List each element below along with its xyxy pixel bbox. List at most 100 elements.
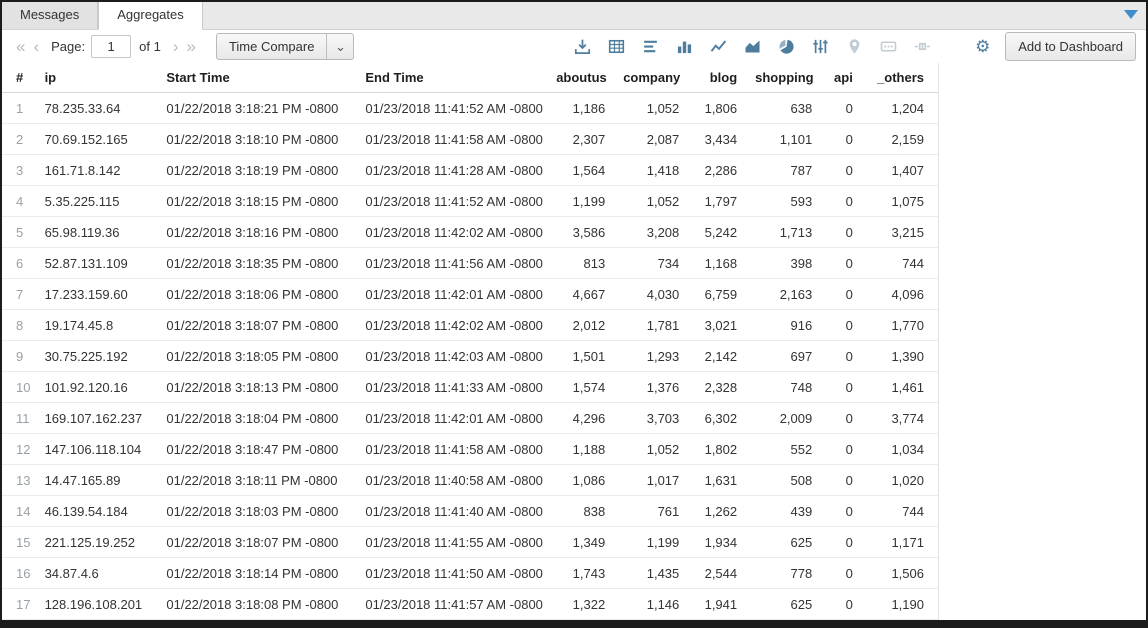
table-cell: 6,759 (693, 279, 751, 310)
table-cell: 01/23/2018 11:40:58 AM -0800 (361, 465, 552, 496)
table-cell: 916 (751, 310, 826, 341)
table-cell: 625 (751, 527, 826, 558)
table-cell: 0 (826, 217, 867, 248)
table-row[interactable]: 15221.125.19.25201/22/2018 3:18:07 PM -0… (2, 527, 938, 558)
bar-chart-icon[interactable] (676, 38, 693, 55)
table-row[interactable]: 17128.196.108.20101/22/2018 3:18:08 PM -… (2, 589, 938, 620)
table-cell: 6 (2, 248, 41, 279)
table-cell: 0 (826, 527, 867, 558)
gear-icon[interactable]: ⚙ (974, 38, 991, 55)
table-row[interactable]: 178.235.33.6401/22/2018 3:18:21 PM -0800… (2, 93, 938, 124)
table-row[interactable]: 11169.107.162.23701/22/2018 3:18:04 PM -… (2, 403, 938, 434)
table-cell: 1,186 (552, 93, 619, 124)
table-row[interactable]: 45.35.225.11501/22/2018 3:18:15 PM -0800… (2, 186, 938, 217)
table-cell: 1,075 (867, 186, 938, 217)
table-row[interactable]: 1314.47.165.8901/22/2018 3:18:11 PM -080… (2, 465, 938, 496)
table-cell: 3 (2, 155, 41, 186)
page-input[interactable] (91, 35, 131, 58)
table-row[interactable]: 1634.87.4.601/22/2018 3:18:14 PM -080001… (2, 558, 938, 589)
add-to-dashboard-button[interactable]: Add to Dashboard (1005, 32, 1136, 61)
table-cell: 2,159 (867, 124, 938, 155)
time-compare-label: Time Compare (217, 39, 326, 54)
column-header-ip[interactable]: ip (41, 63, 163, 93)
table-row[interactable]: 652.87.131.10901/22/2018 3:18:35 PM -080… (2, 248, 938, 279)
pie-chart-icon[interactable] (778, 38, 795, 55)
column-header-start-time[interactable]: Start Time (162, 63, 361, 93)
table-cell: 01/23/2018 11:41:33 AM -0800 (361, 372, 552, 403)
tab-messages[interactable]: Messages (2, 2, 98, 29)
column-header-blog[interactable]: blog (693, 63, 751, 93)
table-cell: 1,020 (867, 465, 938, 496)
table-row[interactable]: 1446.139.54.18401/22/2018 3:18:03 PM -08… (2, 496, 938, 527)
table-cell: 1,168 (693, 248, 751, 279)
column-header-_others[interactable]: _others (867, 63, 938, 93)
table-cell: 11 (2, 403, 41, 434)
table-cell: 1,461 (867, 372, 938, 403)
table-cell: 0 (826, 279, 867, 310)
page-total-label: of 1 (139, 39, 161, 54)
tab-aggregates[interactable]: Aggregates (98, 2, 203, 30)
table-cell: 01/23/2018 11:41:56 AM -0800 (361, 248, 552, 279)
area-chart-icon[interactable] (744, 38, 761, 55)
table-cell: 0 (826, 589, 867, 620)
table-cell: 0 (826, 372, 867, 403)
table-cell: 16 (2, 558, 41, 589)
table-cell: 01/23/2018 11:41:52 AM -0800 (361, 186, 552, 217)
page-label: Page: (51, 39, 85, 54)
collapse-panel-icon[interactable] (1124, 10, 1138, 19)
table-row[interactable]: 717.233.159.6001/22/2018 3:18:06 PM -080… (2, 279, 938, 310)
table-cell: 169.107.162.237 (41, 403, 163, 434)
table-cell: 01/23/2018 11:41:50 AM -0800 (361, 558, 552, 589)
table-cell: 01/22/2018 3:18:06 PM -0800 (162, 279, 361, 310)
time-compare-button[interactable]: Time Compare ⌄ (216, 33, 354, 60)
table-cell: 78.235.33.64 (41, 93, 163, 124)
table-cell: 4,296 (552, 403, 619, 434)
next-page-button[interactable]: › (169, 38, 183, 55)
table-cell: 1,407 (867, 155, 938, 186)
first-page-button[interactable]: « (12, 38, 29, 55)
sliders-icon[interactable] (812, 38, 829, 55)
table-cell: 744 (867, 248, 938, 279)
table-cell: 697 (751, 341, 826, 372)
table-cell: 1,017 (619, 465, 693, 496)
table-cell: 13 (2, 465, 41, 496)
table-cell: 147.106.118.104 (41, 434, 163, 465)
table-row[interactable]: 10101.92.120.1601/22/2018 3:18:13 PM -08… (2, 372, 938, 403)
table-row[interactable]: 270.69.152.16501/22/2018 3:18:10 PM -080… (2, 124, 938, 155)
table-cell: 1,034 (867, 434, 938, 465)
aggregates-icon[interactable] (642, 38, 659, 55)
table-row[interactable]: 819.174.45.801/22/2018 3:18:07 PM -08000… (2, 310, 938, 341)
column-header-end-time[interactable]: End Time (361, 63, 552, 93)
table-cell: 6,302 (693, 403, 751, 434)
table-cell: 01/22/2018 3:18:13 PM -0800 (162, 372, 361, 403)
prev-page-button[interactable]: ‹ (29, 38, 43, 55)
table-cell: 70.69.152.165 (41, 124, 163, 155)
column-header-company[interactable]: company (619, 63, 693, 93)
table-cell: 3,021 (693, 310, 751, 341)
column-header-shopping[interactable]: shopping (751, 63, 826, 93)
table-cell: 221.125.19.252 (41, 527, 163, 558)
last-page-button[interactable]: » (182, 38, 199, 55)
table-cell: 1,501 (552, 341, 619, 372)
column-header-api[interactable]: api (826, 63, 867, 93)
table-row[interactable]: 930.75.225.19201/22/2018 3:18:05 PM -080… (2, 341, 938, 372)
table-cell: 01/22/2018 3:18:14 PM -0800 (162, 558, 361, 589)
table-row[interactable]: 12147.106.118.10401/22/2018 3:18:47 PM -… (2, 434, 938, 465)
results-panel: Messages Aggregates « ‹ Page: of 1 › » T… (0, 0, 1148, 628)
line-chart-icon[interactable] (710, 38, 727, 55)
table-icon[interactable] (608, 38, 625, 55)
table-cell: 1,797 (693, 186, 751, 217)
table-cell: 1,086 (552, 465, 619, 496)
table-cell: 2 (2, 124, 41, 155)
export-icon[interactable] (574, 38, 591, 55)
table-cell: 0 (826, 341, 867, 372)
table-row[interactable]: 565.98.119.3601/22/2018 3:18:16 PM -0800… (2, 217, 938, 248)
table-row[interactable]: 3161.71.8.14201/22/2018 3:18:19 PM -0800… (2, 155, 938, 186)
tab-bar: Messages Aggregates (2, 2, 1146, 30)
column-header-aboutus[interactable]: aboutus (552, 63, 619, 93)
chevron-down-icon[interactable]: ⌄ (326, 34, 353, 59)
column-header-num[interactable]: # (2, 63, 41, 93)
table-cell: 1,199 (552, 186, 619, 217)
table-cell: 65.98.119.36 (41, 217, 163, 248)
table-cell: 1,199 (619, 527, 693, 558)
